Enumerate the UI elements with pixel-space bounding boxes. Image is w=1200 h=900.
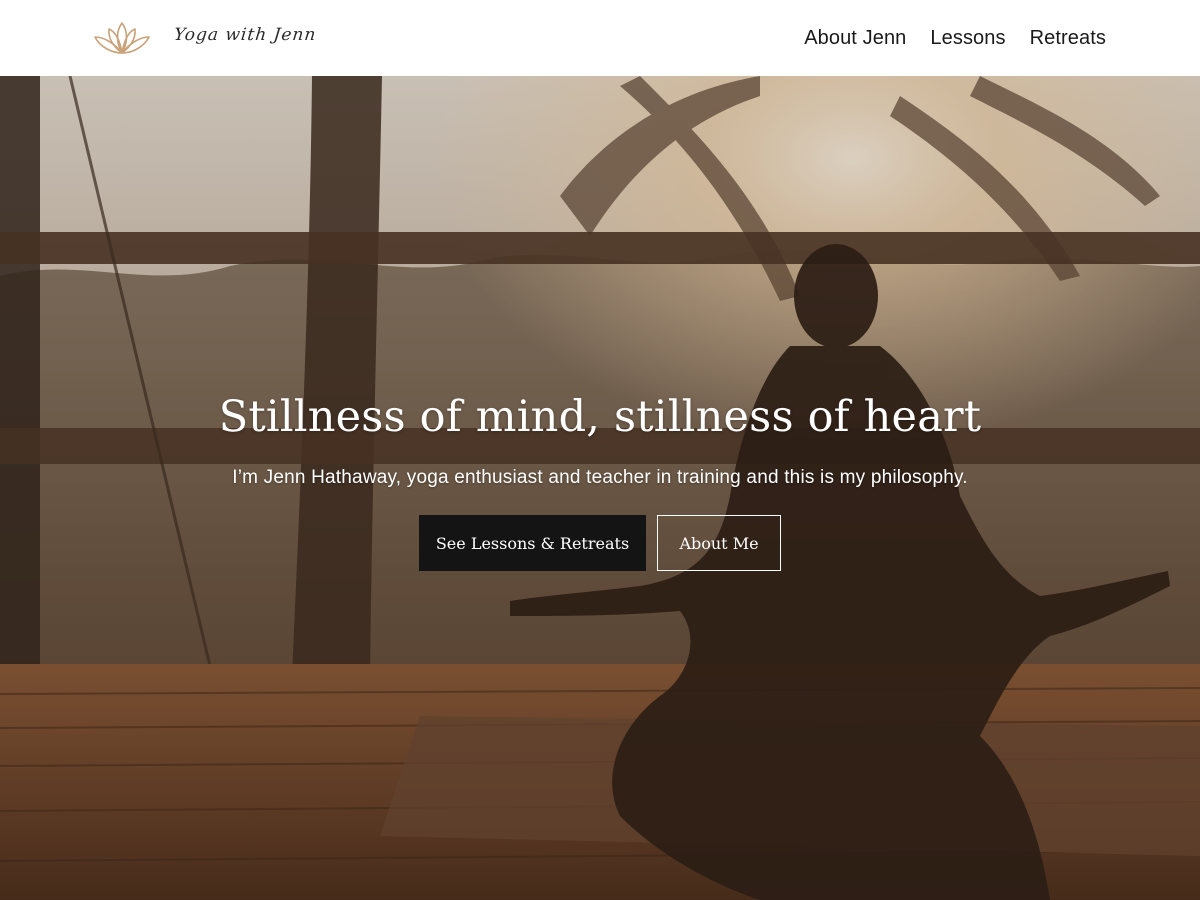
hero-section: Stillness of mind, stillness of heart I’… — [0, 76, 1200, 900]
brand-name: Yoga with Jenn — [172, 25, 318, 45]
site-header: Yoga with Jenn About Jenn Lessons Retrea… — [0, 0, 1200, 76]
see-lessons-retreats-button[interactable]: See Lessons & Retreats — [419, 515, 646, 572]
hero-buttons: See Lessons & Retreats About Me — [0, 515, 1200, 572]
lotus-icon — [94, 22, 150, 54]
nav-retreats[interactable]: Retreats — [1030, 27, 1106, 50]
nav-lessons[interactable]: Lessons — [930, 27, 1005, 50]
hero-subtitle: I’m Jenn Hathaway, yoga enthusiast and t… — [232, 467, 968, 489]
about-me-button[interactable]: About Me — [657, 515, 781, 572]
hero-content: Stillness of mind, stillness of heart I’… — [0, 392, 1200, 572]
main-nav: About Jenn Lessons Retreats — [804, 27, 1106, 50]
home-link[interactable]: Yoga with Jenn — [92, 19, 318, 57]
nav-about-jenn[interactable]: About Jenn — [804, 27, 906, 50]
hero-title: Stillness of mind, stillness of heart — [218, 392, 982, 442]
